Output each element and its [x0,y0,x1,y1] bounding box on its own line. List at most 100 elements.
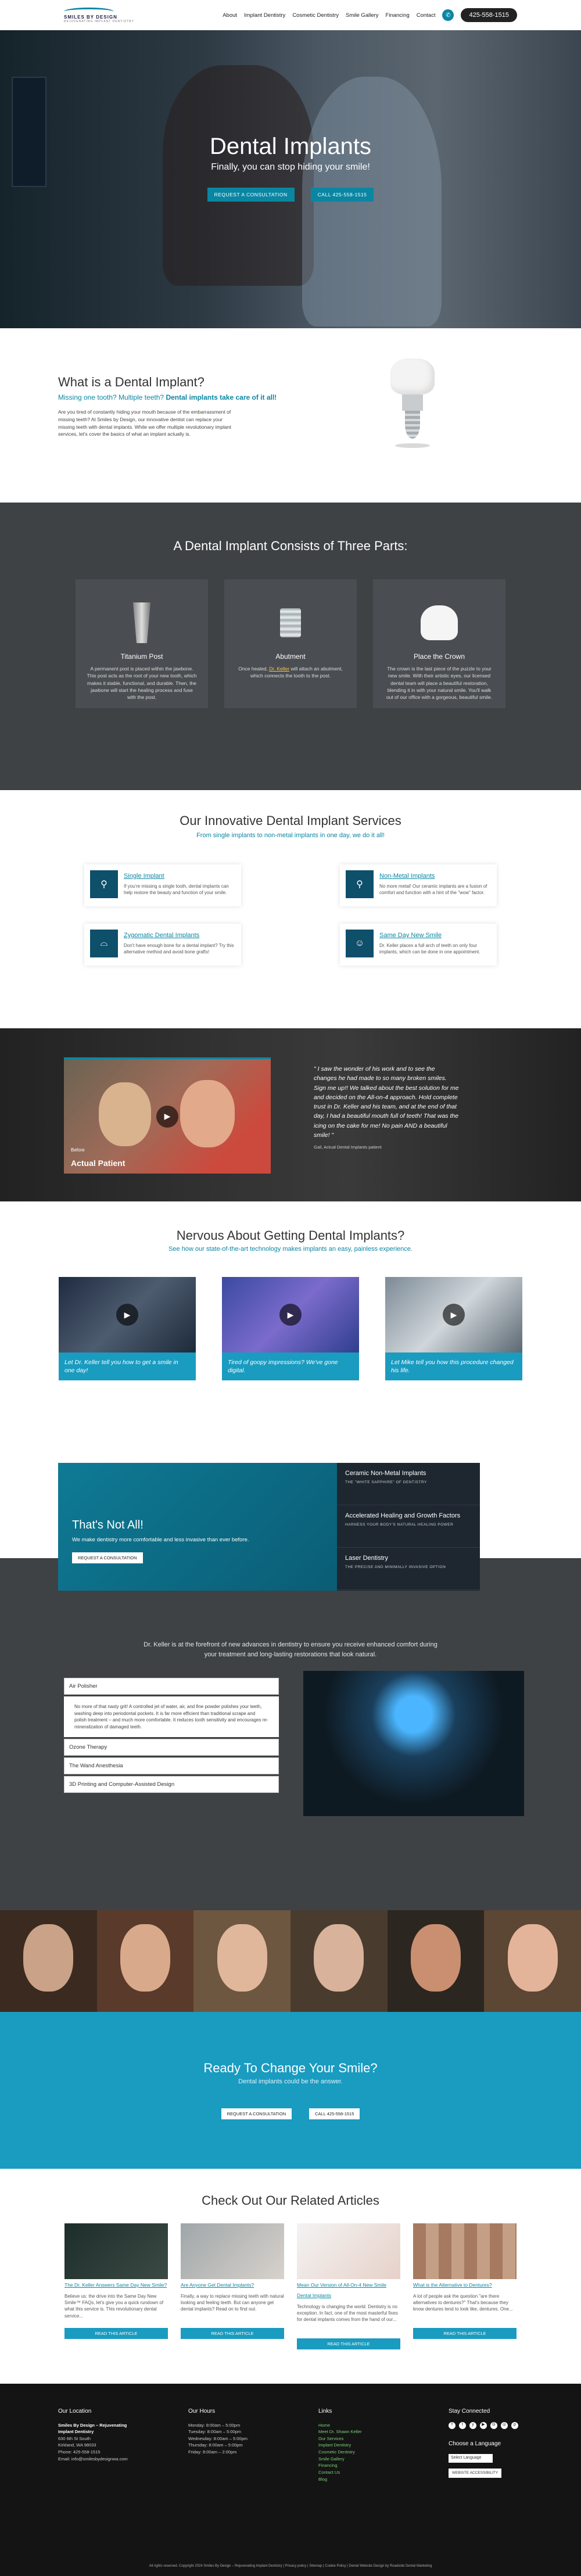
services-subtitle: From single implants to non-metal implan… [196,832,385,839]
article-image[interactable] [297,2223,400,2279]
footer-location-line[interactable]: Email: info@smilesbydesignwa.com [58,2456,139,2463]
service-card-non-metal[interactable]: ⚲ Non-Metal Implants No more metal! Our c… [340,864,497,906]
read-article-button[interactable]: READ THIS ARTICLE [413,2328,517,2339]
technology-item[interactable]: Accelerated Healing and Growth Factors HA… [337,1505,480,1548]
article-image[interactable] [181,2223,284,2279]
play-icon[interactable]: ▶ [443,1304,465,1326]
google-icon[interactable]: G [490,2421,497,2429]
nav-implant-dentistry[interactable]: Implant Dentistry [244,12,285,19]
service-card-zygomatic[interactable]: ⌓ Zygomatic Dental Implants Don't have en… [84,924,241,966]
accessibility-button[interactable]: WEBSITE ACCESSIBILITY [449,2468,502,2478]
nav-smile-gallery[interactable]: Smile Gallery [346,12,379,19]
technology-item[interactable]: Ceramic Non-Metal Implants THE "WHITE SAP… [337,1463,480,1505]
read-article-button[interactable]: READ THIS ARTICLE [64,2328,168,2339]
video-thumbnail[interactable]: ▶ [222,1277,359,1352]
footer-location: Our Location Smiles By Design – Rejuvena… [58,2407,139,2482]
service-text: Don't have enough bone for a dental impl… [124,943,234,955]
nav-contact[interactable]: Contact [417,12,436,19]
header-phone-button[interactable]: 425-558-1515 [461,8,517,22]
pinterest-icon[interactable]: p [511,2421,518,2429]
hero-consultation-button[interactable]: REQUEST A CONSULTATION [207,188,295,202]
site-header: SMILES BY DESIGN REJUVENATING IMPLANT DE… [0,0,581,30]
service-title[interactable]: Zygomatic Dental Implants [124,932,199,939]
service-text: Dr. Keller places a full arch of teeth o… [379,943,480,955]
footer-link-services[interactable]: Our Services [318,2435,400,2442]
footer-link-contact[interactable]: Contact Us [318,2469,400,2476]
service-text: No more metal! Our ceramic implants are … [379,884,487,896]
service-title[interactable]: Same Day New Smile [379,932,442,939]
article-excerpt: A lot of people ask the question "are th… [413,2294,513,2312]
accordion-item-wand[interactable]: The Wand Anesthesia [64,1757,279,1775]
article-title[interactable]: What is the Alternative to Dentures? [413,2282,492,2288]
accordion-item-ozone[interactable]: Ozone Therapy [64,1739,279,1756]
video-thumbnail[interactable]: ▶ [385,1277,522,1352]
video-caption[interactable]: Let Dr. Keller tell you how to get a smi… [59,1352,196,1380]
footer-location-line: 630 6th St South [58,2435,91,2441]
nav-financing[interactable]: Financing [386,12,410,19]
read-article-button[interactable]: READ THIS ARTICLE [181,2328,284,2339]
ready-call-button[interactable]: CALL 425-558-1515 [309,2108,360,2119]
video-card[interactable]: ▶ Let Dr. Keller tell you how to get a s… [59,1277,196,1380]
read-article-button[interactable]: READ THIS ARTICLE [297,2338,400,2349]
smile-icon: ☺ [346,930,374,957]
video-caption[interactable]: Tired of goopy impressions? We've gone d… [222,1352,359,1380]
accordion-body: No more of that nasty grit! A controlled… [64,1696,279,1738]
hero-call-button[interactable]: CALL 425-558-1515 [310,188,374,202]
patient-face-image [193,1910,291,2012]
footer-link-gallery[interactable]: Smile Gallery [318,2456,400,2463]
play-icon[interactable]: ▶ [116,1304,138,1326]
nav-about[interactable]: About [223,12,237,19]
youtube-icon[interactable]: ▶ [480,2421,487,2429]
site-footer: Our Location Smiles By Design – Rejuvena… [0,2384,581,2576]
accordion-item-3d-printing[interactable]: 3D Printing and Computer-Assisted Design [64,1776,279,1793]
part-card-post: Titanium Post A permanent post is placed… [76,579,208,708]
thats-not-all-consultation-button[interactable]: REQUEST A CONSULTATION [72,1552,143,1563]
footer-social: Stay Connected f t y ▶ G ◎ p Choose a La… [449,2407,530,2482]
article-title[interactable]: The Dr. Keller Answers Same Day New Smil… [64,2282,167,2288]
article-card: What is the Alternative to Dentures? A l… [413,2223,517,2349]
facebook-icon[interactable]: f [449,2421,456,2429]
part-title: Abutment [275,652,306,661]
footer-link-financing[interactable]: Financing [318,2462,400,2469]
footer-location-line[interactable]: Phone: 425-558-1515 [58,2449,139,2456]
footer-link-blog[interactable]: Blog [318,2476,400,2483]
article-title[interactable]: Mean Our Version of All-On-4 New Smile D… [297,2282,386,2298]
article-image[interactable] [413,2223,517,2279]
logo[interactable]: SMILES BY DESIGN REJUVENATING IMPLANT DE… [64,7,134,23]
footer-link-meet-dr[interactable]: Meet Dr. Shawn Keller [318,2428,400,2435]
phone-icon[interactable]: ✆ [442,9,454,21]
footer-hours: Our Hours Monday: 8:00am – 5:00pm Tuesda… [188,2407,270,2482]
video-caption[interactable]: Let Mike tell you how this procedure cha… [385,1352,522,1380]
play-icon[interactable]: ▶ [156,1105,178,1128]
play-icon[interactable]: ▶ [279,1304,302,1326]
accordion-item-air-polisher[interactable]: Air Polisher [64,1678,279,1695]
what-is-body: Are you tired of constantly hiding your … [58,409,231,437]
footer-links: Links Home Meet Dr. Shawn Keller Our Ser… [318,2407,400,2482]
article-title[interactable]: Are Anyone Get Dental Implants? [181,2282,254,2288]
service-title[interactable]: Non-Metal Implants [379,873,435,880]
technology-accordion: Air Polisher No more of that nasty grit!… [64,1678,279,1795]
yelp-icon[interactable]: y [469,2421,476,2429]
footer-link-cosmetic[interactable]: Cosmetic Dentistry [318,2449,400,2456]
instagram-icon[interactable]: ◎ [501,2421,508,2429]
ready-consultation-button[interactable]: REQUEST A CONSULTATION [221,2108,292,2119]
video-card[interactable]: ▶ Tired of goopy impressions? We've gone… [222,1277,359,1380]
dental-implant-image [390,358,435,451]
service-title[interactable]: Single Implant [124,873,164,880]
video-card[interactable]: ▶ Let Mike tell you how this procedure c… [385,1277,522,1380]
testimonial-quote: " I saw the wonder of his work and to se… [314,1065,459,1139]
article-image[interactable] [64,2223,168,2279]
twitter-icon[interactable]: t [459,2421,466,2429]
testimonial-video[interactable]: Before Actual Patient ▶ [64,1057,271,1174]
services-section: Our Innovative Dental Implant Services F… [0,790,581,1028]
footer-link-implant[interactable]: Implant Dentistry [318,2442,400,2449]
service-card-same-day[interactable]: ☺ Same Day New Smile Dr. Keller places a … [340,924,497,966]
video-thumbnail[interactable]: ▶ [59,1277,196,1352]
language-select[interactable]: Select Language [449,2454,493,2463]
nav-cosmetic-dentistry[interactable]: Cosmetic Dentistry [292,12,339,19]
footer-link-home[interactable]: Home [318,2422,400,2429]
technology-item[interactable]: Laser Dentistry THE PRECISE AND MINIMALLY… [337,1548,480,1590]
service-card-single-implant[interactable]: ⚲ Single Implant If you're missing a sing… [84,864,241,906]
what-is-subtitle: Missing one tooth? Multiple teeth? Denta… [58,393,277,401]
dr-keller-link[interactable]: Dr. Keller [269,666,289,672]
